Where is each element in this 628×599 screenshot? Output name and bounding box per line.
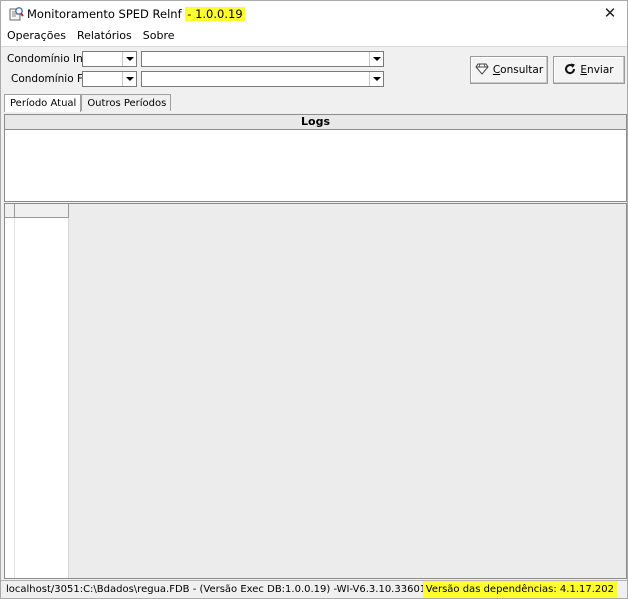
chevron-down-icon[interactable] [369, 72, 383, 86]
window-title: Monitoramento SPED Relnf - 1.0.0.19 [27, 7, 245, 21]
menu-sobre[interactable]: Sobre [137, 27, 180, 46]
enviar-label: Enviar [580, 64, 614, 76]
window-title-name: Monitoramento SPED Relnf [27, 7, 182, 21]
status-connection: localhost/3051:C:\Bdados\regua.FDB - (Ve… [6, 584, 486, 595]
tab-periodo-atual[interactable]: Período Atual [4, 94, 82, 112]
tab-outros-periodos[interactable]: Outros Períodos [81, 94, 172, 111]
chevron-down-icon[interactable] [122, 52, 136, 66]
window-title-version: - 1.0.0.19 [185, 7, 245, 21]
close-button[interactable]: ✕ [593, 1, 627, 27]
logs-textarea[interactable] [4, 130, 627, 202]
consultar-button[interactable]: Consultar [470, 56, 548, 84]
refresh-icon [564, 63, 576, 78]
status-dependencies-version: Versão das dependências: 4.1.17.202 [422, 581, 617, 598]
grid-column-header[interactable] [15, 204, 69, 218]
status-bar: localhost/3051:C:\Bdados\regua.FDB - (Ve… [1, 580, 627, 598]
filter-panel: Condomínio Inicial Condomínio Final Cons… [1, 46, 627, 94]
condominio-inicial-code-select[interactable] [82, 51, 137, 67]
menu-operacoes[interactable]: Operações [1, 27, 71, 46]
title-bar[interactable]: Monitoramento SPED Relnf - 1.0.0.19 ✕ [1, 1, 627, 27]
grid-corner-cell[interactable] [5, 204, 15, 218]
data-grid[interactable] [4, 203, 627, 579]
condominio-inicial-name-select[interactable] [141, 51, 384, 67]
condominio-final-name-select[interactable] [141, 71, 384, 87]
condominio-final-code-select[interactable] [82, 71, 137, 87]
logs-header: Logs [4, 114, 627, 130]
chevron-down-icon[interactable] [122, 72, 136, 86]
chevron-down-icon[interactable] [369, 52, 383, 66]
menu-relatorios[interactable]: Relatórios [71, 27, 137, 46]
menu-bar: Operações Relatórios Sobre [1, 27, 627, 46]
gem-icon [475, 63, 489, 78]
app-window: Monitoramento SPED Relnf - 1.0.0.19 ✕ Op… [0, 0, 628, 599]
enviar-button[interactable]: Enviar [553, 56, 625, 84]
grid-row-indicator [5, 218, 15, 578]
app-icon [8, 6, 24, 22]
consultar-label: Consultar [492, 64, 544, 76]
close-icon: ✕ [603, 4, 617, 22]
period-tabs: Período Atual Outros Períodos [4, 94, 172, 112]
